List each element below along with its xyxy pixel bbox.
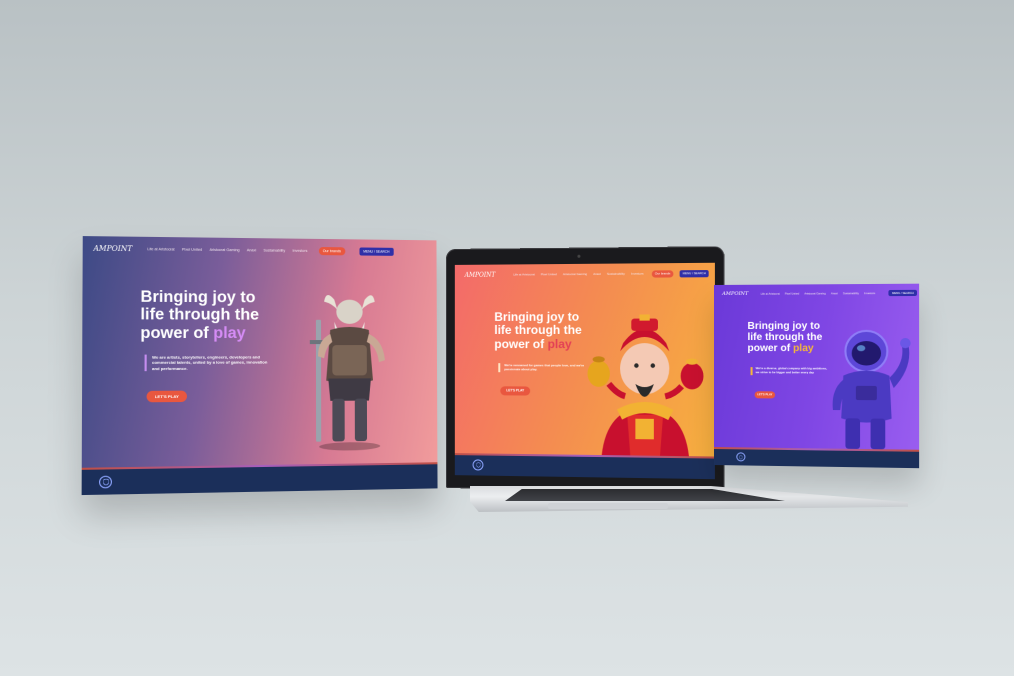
menu-button[interactable]: MENU / SEARCH: [359, 247, 394, 256]
menu-button[interactable]: MENU / SEARCH: [888, 289, 918, 297]
nav-item-sustainability[interactable]: Sustainability: [843, 292, 859, 295]
nav-item-investors[interactable]: Investors: [631, 272, 643, 276]
webcam-icon: [577, 254, 581, 258]
lets-play-button[interactable]: LET'S PLAY: [146, 390, 187, 403]
viking-character-image: [309, 294, 385, 451]
headline-line-1: Bringing joy to: [140, 288, 256, 307]
nav-item-gaming[interactable]: Aristocrat Gaming: [804, 292, 826, 295]
hero-tagline: We are artists, storytellers, engineers,…: [144, 354, 276, 372]
brand-logo[interactable]: AMPOINT: [465, 271, 496, 278]
brand-logo[interactable]: AMPOINT: [722, 291, 748, 297]
nav-item-sustainability[interactable]: Sustainability: [263, 248, 285, 252]
nav-item-gaming[interactable]: Aristocrat Gaming: [210, 248, 240, 252]
laptop-trackpad: [548, 503, 668, 509]
hero-tagline: We're a diverse, global company with big…: [750, 366, 830, 376]
nav-item-sustainability[interactable]: Sustainability: [607, 272, 625, 276]
hero-tagline: We're renowned for games that people lov…: [498, 363, 597, 373]
lets-play-button[interactable]: LET'S PLAY: [500, 386, 531, 396]
nav-menu: Life at Aristocrat Pixel United Aristocr…: [147, 247, 314, 253]
screen-left: AMPOINT Life at Aristocrat Pixel United …: [81, 236, 438, 496]
laptop-lid: AMPOINT Life at Aristocrat Pixel United …: [446, 246, 725, 493]
menu-button[interactable]: MENU / SEARCH: [679, 269, 709, 277]
shield-icon[interactable]: [736, 452, 746, 462]
top-nav: AMPOINT Life at Aristocrat Pixel United …: [83, 236, 437, 264]
nav-item-pixel[interactable]: Pixel United: [541, 272, 557, 276]
nav-item-gaming[interactable]: Aristocrat Gaming: [563, 272, 587, 276]
astronaut-character-image: [832, 325, 911, 450]
nav-item-pixel[interactable]: Pixel United: [182, 248, 202, 252]
top-nav: AMPOINT Life at Aristocrat Pixel United …: [455, 263, 715, 285]
screen-center: AMPOINT Life at Aristocrat Pixel United …: [454, 262, 715, 480]
nav-item-anaxi[interactable]: Anaxi: [831, 292, 838, 295]
brands-button[interactable]: Our brands: [318, 247, 346, 256]
nav-item-anaxi[interactable]: Anaxi: [593, 272, 601, 276]
headline-accent: play: [213, 324, 246, 342]
nav-menu: Life at Aristocrat Pixel United Aristocr…: [513, 271, 649, 277]
headline-line-3: power of: [747, 343, 791, 355]
screen-right: AMPOINT Life at Aristocrat Pixel United …: [714, 283, 920, 469]
brands-button[interactable]: Our brands: [651, 269, 674, 278]
footer-bar: [714, 447, 920, 469]
nav-item-life[interactable]: Life at Aristocrat: [761, 292, 780, 295]
nav-item-investors[interactable]: Investors: [864, 292, 875, 295]
nav-item-anaxi[interactable]: Anaxi: [247, 248, 256, 252]
footer-bar: [81, 462, 438, 496]
lets-play-button[interactable]: LET'S PLAY: [754, 391, 776, 399]
headline-line-3: power of: [494, 336, 545, 352]
nav-item-life[interactable]: Life at Aristocrat: [513, 272, 534, 276]
headline-line-2: life through the: [140, 306, 260, 325]
mockup-scene: AMPOINT Life at Aristocrat Pixel United …: [0, 0, 1014, 676]
fortune-god-character-image: [587, 314, 704, 457]
headline-accent: play: [793, 343, 814, 355]
footer-bar: [454, 453, 715, 480]
nav-item-life[interactable]: Life at Aristocrat: [147, 247, 174, 251]
nav-item-investors[interactable]: Investors: [292, 249, 307, 253]
hero-headline: Bringing joy to life through the power o…: [140, 288, 287, 342]
headline-accent: play: [547, 336, 572, 352]
nav-menu: Life at Aristocrat Pixel United Aristocr…: [761, 292, 881, 296]
nav-item-pixel[interactable]: Pixel United: [785, 292, 799, 295]
top-nav: AMPOINT Life at Aristocrat Pixel United …: [714, 284, 919, 303]
shield-icon[interactable]: [472, 459, 484, 471]
headline-line-3: power of: [140, 324, 209, 342]
brand-logo[interactable]: AMPOINT: [93, 244, 132, 253]
shield-icon[interactable]: [98, 475, 113, 489]
